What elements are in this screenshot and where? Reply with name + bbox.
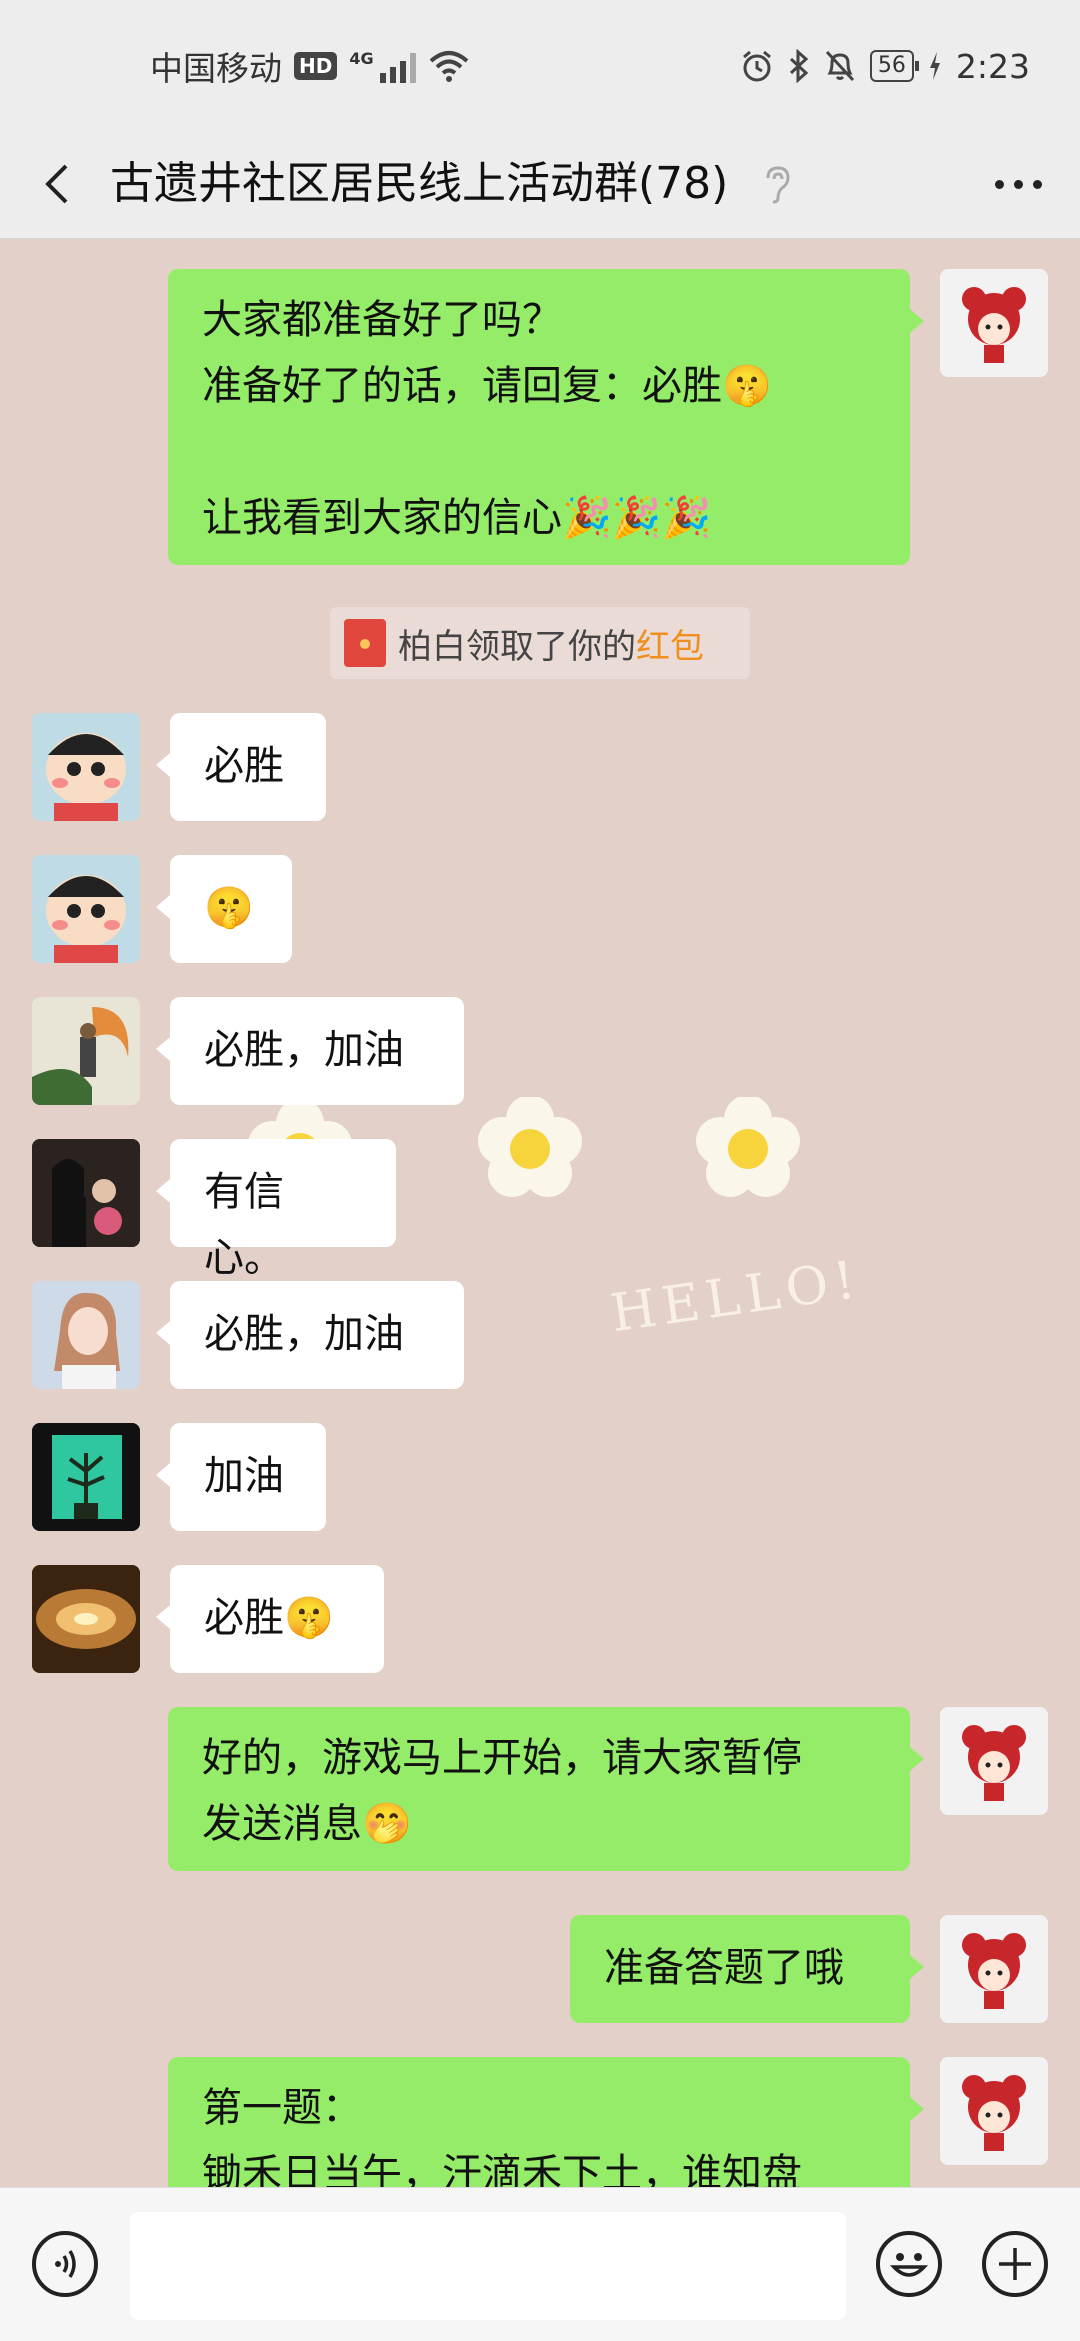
message-line: 准备答题了哦 [604, 1945, 844, 1991]
message-line: 发送消息🤭 [202, 1801, 412, 1847]
message-line: 锄禾日当午，汗滴禾下土，谁知盘 [202, 2151, 802, 2187]
flower-icon [696, 1097, 800, 1197]
message-bubble[interactable]: 有信心。 [156, 1139, 396, 1281]
clock: 2:23 [955, 46, 1030, 86]
message-bubble-self[interactable]: 第一题： 锄禾日当午，汗滴禾下土，谁知盘 [168, 2057, 924, 2187]
avatar-member[interactable] [32, 1565, 140, 1673]
avatar-member[interactable] [32, 713, 140, 821]
hd-badge: HD [294, 52, 338, 80]
message-line: 必胜 [204, 743, 284, 789]
message-bubble[interactable]: 必胜，加油 [156, 997, 464, 1105]
message-bubble[interactable]: 必胜 [156, 713, 326, 821]
input-bar [0, 2187, 1080, 2341]
bear-hat-avatar-icon [962, 287, 1026, 363]
message-bubble[interactable]: 加油 [156, 1423, 326, 1531]
bear-hat-avatar-icon [962, 1725, 1026, 1801]
message-bubble[interactable]: 必胜🤫 [156, 1565, 384, 1673]
emoji-button[interactable] [876, 2231, 942, 2297]
photo-avatar-icon [32, 1281, 140, 1389]
flower-icon [478, 1097, 582, 1197]
more-functions-button[interactable] [982, 2231, 1048, 2297]
message-bubble[interactable]: 🤫 [156, 855, 292, 963]
voice-icon [55, 2250, 76, 2278]
message-line: 🤫 [204, 885, 254, 931]
avatar-member[interactable] [32, 1281, 140, 1389]
battery-indicator: 56 [869, 50, 919, 82]
message-input[interactable] [130, 2212, 846, 2320]
message-line: 大家都准备好了吗？ [202, 297, 562, 343]
message-line [202, 419, 876, 485]
alarm-icon [742, 50, 771, 82]
avatar-member[interactable] [32, 855, 140, 963]
message-line: 好的，游戏马上开始，请大家暂停 [202, 1735, 802, 1781]
emoji-icon [889, 2253, 929, 2277]
back-button[interactable] [30, 154, 90, 214]
avatar-self[interactable] [940, 269, 1048, 377]
cartoon-boy-avatar-icon [32, 713, 140, 821]
chat-area[interactable]: HELLO! 大家都准备好了吗？ 准备好了的话，请回复：必胜🤫 让我看到大家的信… [0, 239, 1080, 2187]
mute-icon [825, 50, 854, 82]
message-bubble-self[interactable]: 准备答题了哦 [570, 1915, 924, 2023]
message-line: 准备好了的话，请回复：必胜🤫 [202, 363, 772, 409]
message-bubble-self[interactable]: 好的，游戏马上开始，请大家暂停 发送消息🤭 [168, 1707, 924, 1871]
voice-button[interactable] [32, 2231, 98, 2297]
hello-sticker-text: HELLO! [607, 1249, 865, 1345]
notice-text: 柏白领取了你的 [398, 626, 636, 667]
message-bubble[interactable]: 必胜，加油 [156, 1281, 464, 1389]
red-packet-link[interactable]: 红包 [636, 627, 704, 667]
avatar-member[interactable] [32, 997, 140, 1105]
message-line: 加油 [204, 1453, 284, 1499]
message-line: 必胜，加油 [204, 1027, 404, 1073]
avatar-member[interactable] [32, 1423, 140, 1531]
charging-icon [929, 52, 940, 80]
message-bubble-self[interactable]: 大家都准备好了吗？ 准备好了的话，请回复：必胜🤫 让我看到大家的信心🎉🎉🎉 [168, 269, 924, 565]
red-packet-icon [344, 619, 386, 667]
message-line: 有信心。 [204, 1169, 284, 1281]
chat-header: 古遗井社区居民线上活动群(78) [0, 130, 1080, 239]
message-line: 必胜，加油 [204, 1311, 404, 1357]
chat-title: 古遗井社区居民线上活动群(78) [110, 158, 729, 209]
more-button[interactable] [986, 154, 1050, 214]
status-bar: 中国移动 HD 4G 56 2:23 [0, 0, 1080, 130]
more-dots-icon [994, 179, 1004, 189]
photo-avatar-icon [32, 1565, 140, 1673]
avatar-member[interactable] [32, 1139, 140, 1247]
signal-icon: 4G [349, 49, 416, 83]
avatar-self[interactable] [940, 1707, 1048, 1815]
message-line: 必胜🤫 [204, 1595, 334, 1641]
avatar-self[interactable] [940, 2057, 1048, 2165]
red-packet-notice: 柏白领取了你的红包 [330, 607, 750, 679]
wifi-icon [429, 51, 468, 82]
bluetooth-icon [789, 49, 809, 83]
photo-avatar-icon [32, 1423, 140, 1531]
network-type: 4G [349, 49, 374, 68]
ear-icon [766, 166, 790, 204]
photo-avatar-icon [32, 997, 140, 1105]
plus-icon [999, 2248, 1031, 2280]
chevron-left-icon [45, 164, 68, 204]
message-line: 让我看到大家的信心🎉🎉🎉 [202, 495, 712, 541]
message-line: 第一题： [202, 2085, 362, 2131]
avatar-self[interactable] [940, 1915, 1048, 2023]
cartoon-boy-avatar-icon [32, 855, 140, 963]
bear-hat-avatar-icon [962, 2075, 1026, 2151]
bear-hat-avatar-icon [962, 1933, 1026, 2009]
photo-avatar-icon [32, 1139, 140, 1247]
carrier-label: 中国移动 [150, 49, 282, 88]
